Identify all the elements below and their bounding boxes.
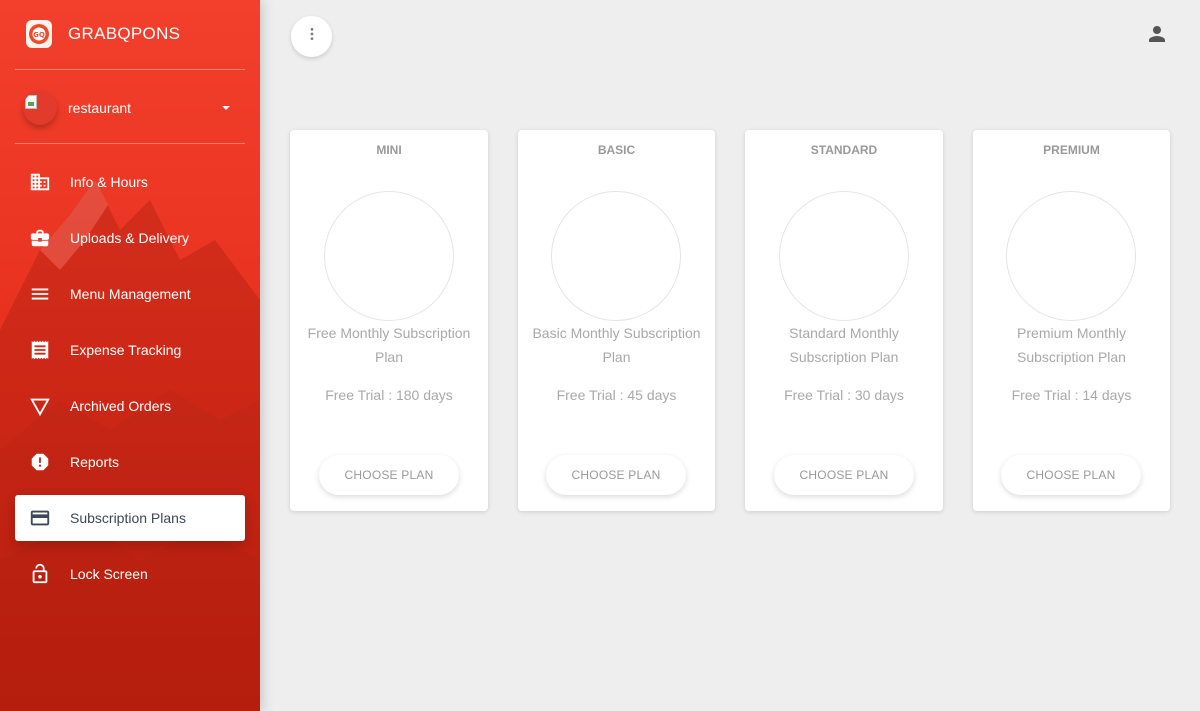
svg-text:GQ: GQ	[33, 31, 45, 39]
sidebar-item-label: Expense Tracking	[70, 342, 182, 358]
plan-card-mini: MINI Free Monthly Subscription Plan Free…	[290, 130, 488, 511]
plan-image	[779, 191, 909, 321]
profile-button[interactable]	[1145, 22, 1169, 46]
sidebar-item-subscription-plans[interactable]: Subscription Plans	[15, 495, 245, 541]
logo-icon: GQ	[26, 20, 52, 48]
choose-plan-button[interactable]: CHOOSE PLAN	[774, 455, 914, 495]
sidebar-item-label: Subscription Plans	[70, 510, 186, 526]
plan-trial: Free Trial : 45 days	[556, 387, 677, 403]
choose-plan-button[interactable]: CHOOSE PLAN	[319, 455, 459, 495]
brand-name: GRABQPONS	[68, 24, 181, 43]
plan-trial: Free Trial : 180 days	[325, 387, 453, 403]
plan-title: STANDARD	[810, 143, 878, 157]
avatar	[23, 91, 57, 125]
sidebar-item-label: Reports	[70, 454, 120, 470]
choose-plan-button[interactable]: CHOOSE PLAN	[546, 455, 686, 495]
sidebar-item-label: Menu Management	[70, 286, 191, 302]
plan-description: Basic Monthly Subscription Plan	[532, 325, 701, 365]
more-options-button[interactable]	[291, 16, 332, 57]
receipt-icon	[28, 338, 52, 362]
triangle-down-icon	[28, 394, 52, 418]
plan-image	[1006, 191, 1136, 321]
plan-description: Standard Monthly Subscription Plan	[789, 325, 899, 365]
sidebar-divider	[15, 69, 245, 70]
more-vert-icon	[304, 26, 320, 47]
plan-trial: Free Trial : 14 days	[1011, 387, 1132, 403]
sidebar-item-expense-tracking[interactable]: Expense Tracking	[15, 327, 245, 373]
sidebar-item-label: Uploads & Delivery	[70, 230, 190, 246]
credit-card-icon	[28, 506, 52, 530]
sidebar-item-label: Lock Screen	[70, 566, 148, 582]
alert-octagon-icon	[28, 450, 52, 474]
sidebar-divider	[15, 143, 245, 144]
sidebar-item-info-hours[interactable]: Info & Hours	[15, 159, 245, 205]
brand-logo[interactable]: GQ GRABQPONS	[26, 18, 180, 50]
plan-title: MINI	[376, 143, 402, 157]
sidebar-item-reports[interactable]: Reports	[15, 439, 245, 485]
plan-card-basic: BASIC Basic Monthly Subscription Plan Fr…	[518, 130, 715, 511]
plan-card-standard: STANDARD Standard Monthly Subscription P…	[745, 130, 943, 511]
plan-title: BASIC	[597, 143, 636, 157]
plan-card-premium: PREMIUM Premium Monthly Subscription Pla…	[973, 130, 1170, 511]
choose-plan-button[interactable]: CHOOSE PLAN	[1001, 455, 1141, 495]
plan-image	[551, 191, 681, 321]
sidebar: GQ GRABQPONS restaurant Info & Hours Upl…	[0, 0, 260, 711]
plan-trial: Free Trial : 30 days	[784, 387, 904, 403]
plan-description: Premium Monthly Subscription Plan	[1017, 325, 1126, 365]
briefcase-icon	[28, 226, 52, 250]
sidebar-item-label: Archived Orders	[70, 398, 172, 414]
sidebar-item-archived-orders[interactable]: Archived Orders	[15, 383, 245, 429]
plan-image	[324, 191, 454, 321]
user-menu[interactable]: restaurant	[23, 91, 238, 125]
sidebar-item-lock-screen[interactable]: Lock Screen	[15, 551, 245, 597]
sidebar-item-uploads-delivery[interactable]: Uploads & Delivery	[15, 215, 245, 261]
sidebar-item-menu-management[interactable]: Menu Management	[15, 271, 245, 317]
building-icon	[28, 170, 52, 194]
sidebar-item-label: Info & Hours	[70, 174, 148, 190]
user-name: restaurant	[68, 100, 132, 116]
lock-open-icon	[28, 562, 52, 586]
person-icon	[1145, 26, 1169, 50]
plan-title: PREMIUM	[1043, 143, 1100, 157]
plan-description: Free Monthly Subscription Plan	[307, 325, 471, 365]
caret-down-icon	[222, 106, 230, 110]
menu-lines-icon	[28, 282, 52, 306]
